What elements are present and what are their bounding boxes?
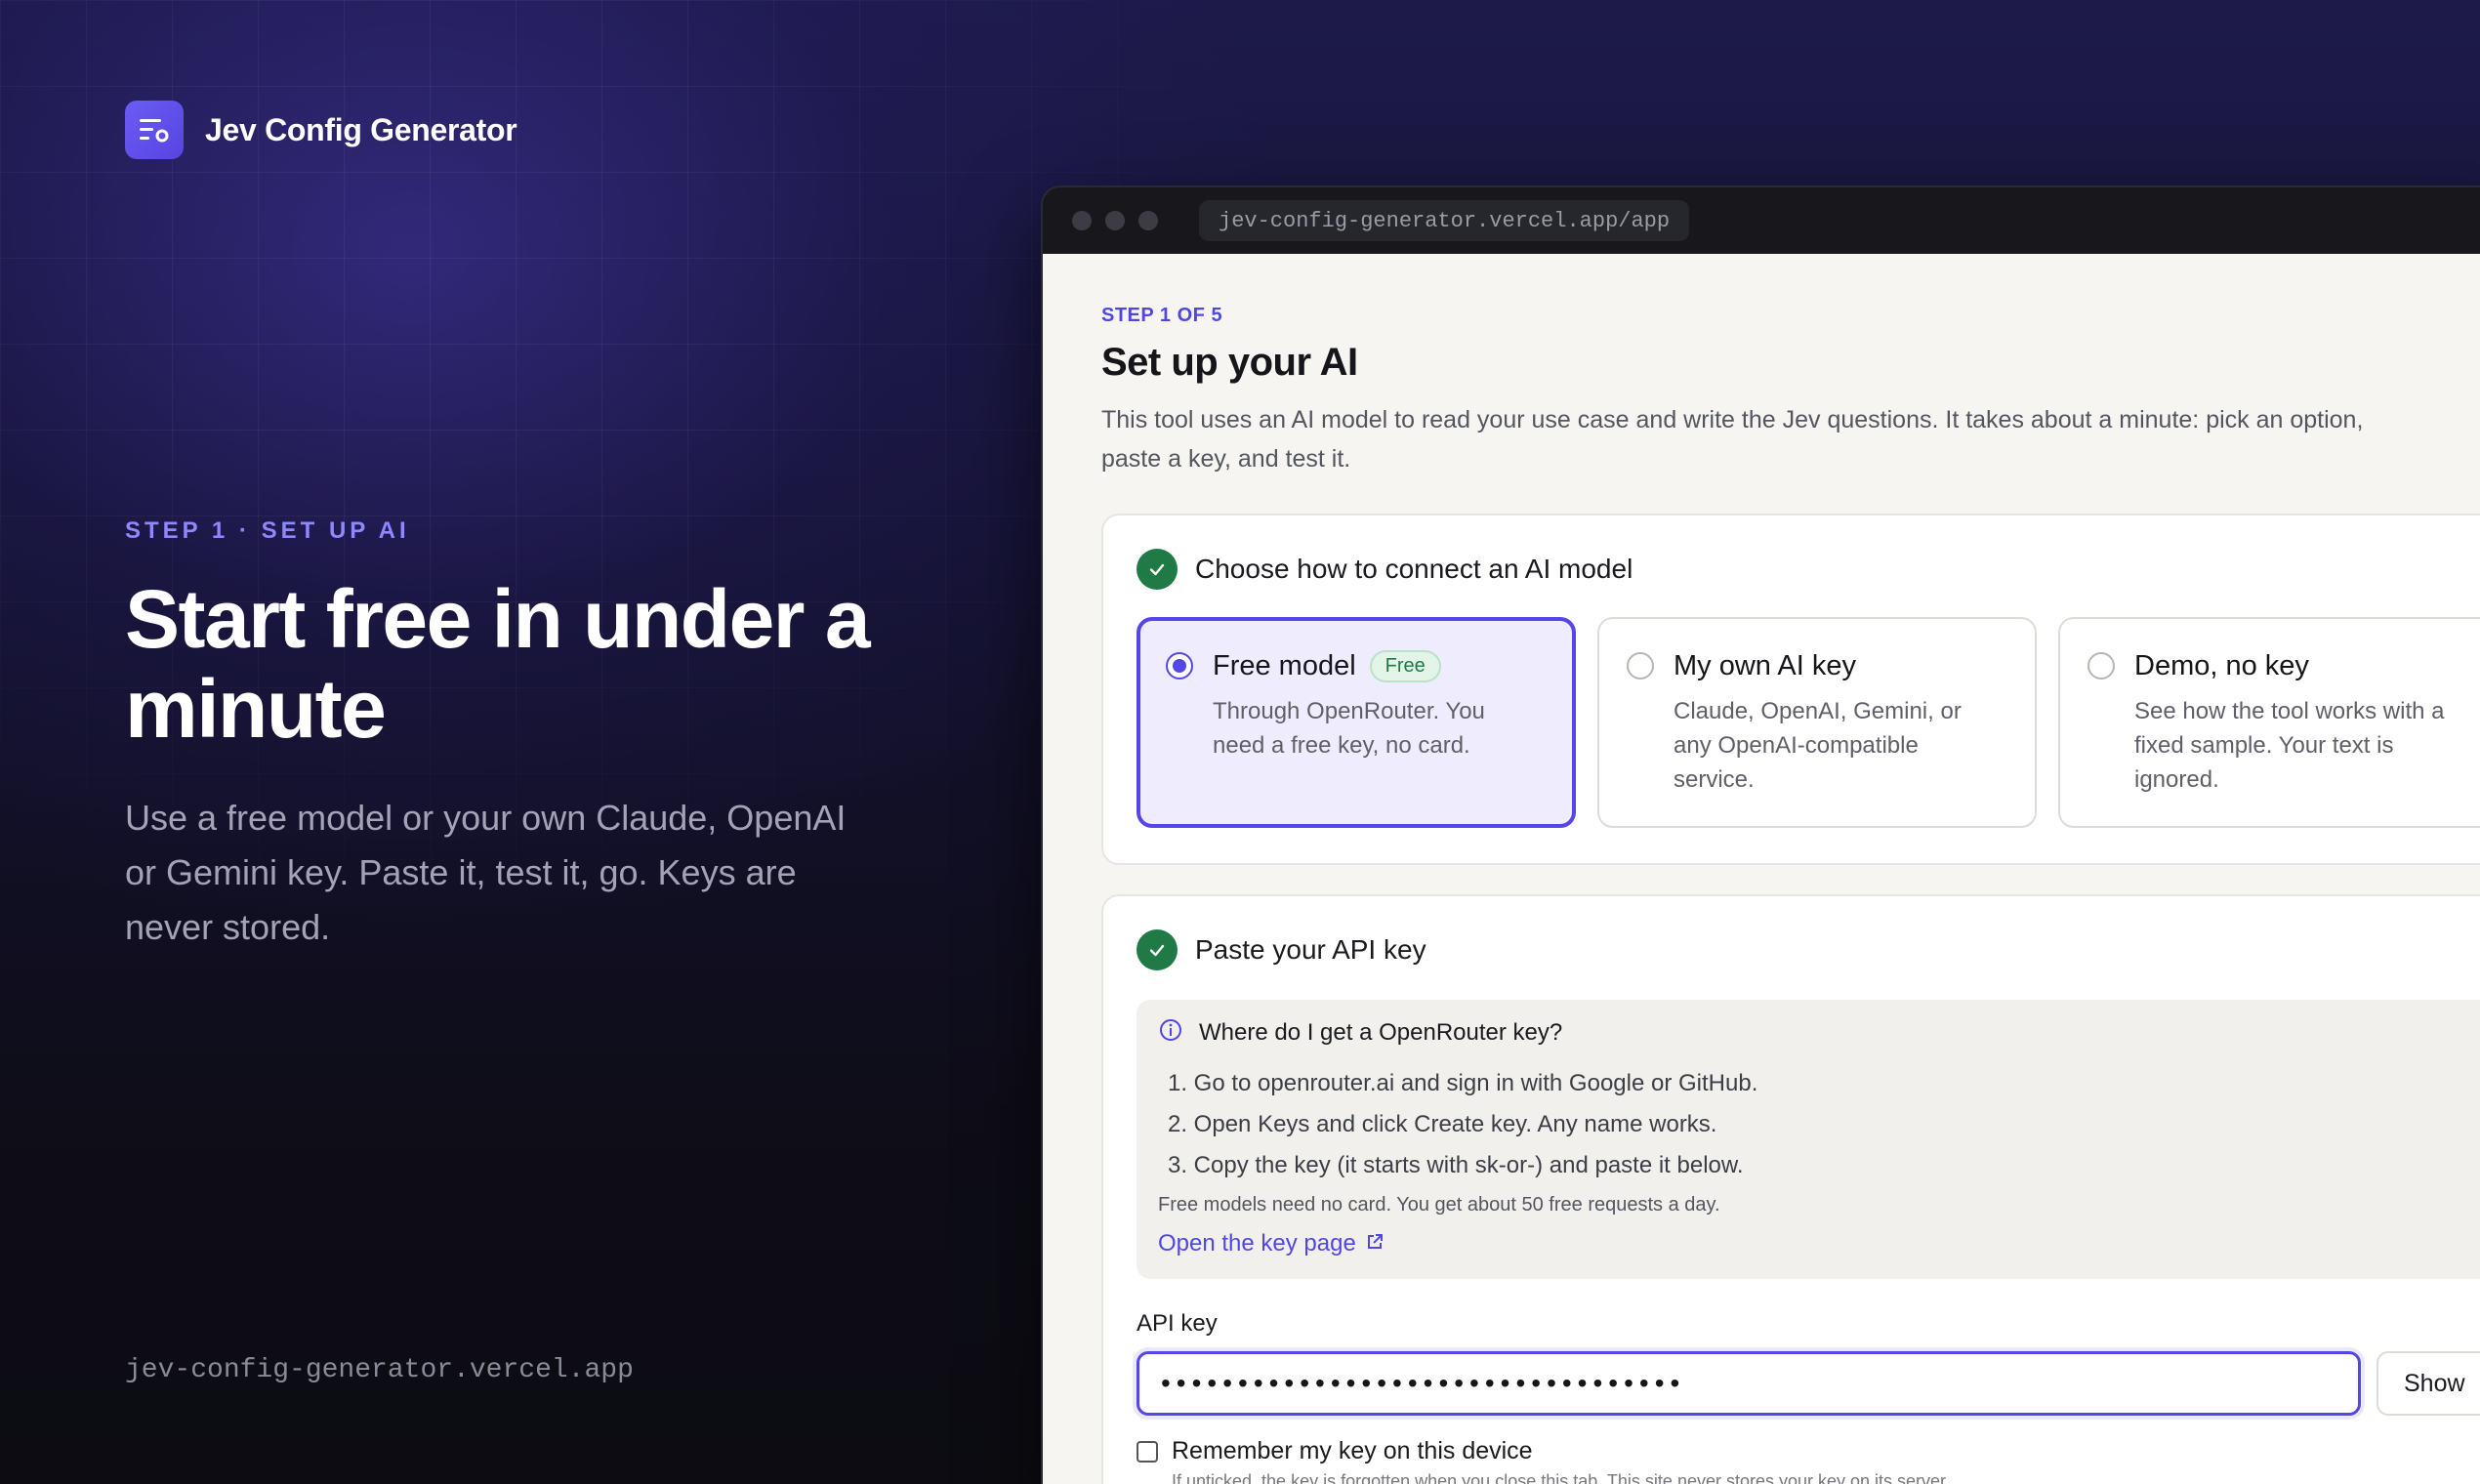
option-title: Demo, no key <box>2134 650 2309 681</box>
option-free-model[interactable]: Free model Free Through OpenRouter. You … <box>1137 617 1576 828</box>
hero-subtitle: Use a free model or your own Claude, Ope… <box>125 798 847 947</box>
page-title: Set up your AI <box>1101 341 1358 384</box>
free-badge: Free <box>1369 650 1441 682</box>
help-note: Free models need no card. You get about … <box>1158 1194 1720 1216</box>
hero-eyebrow: STEP 1 · SET UP AI <box>125 517 410 544</box>
brand[interactable]: Jev Config Generator <box>125 101 517 159</box>
remember-label: Remember my key on this device <box>1172 1437 1533 1464</box>
option-description: Claude, OpenAI, Gemini, or any OpenAI-co… <box>1674 698 1962 793</box>
api-key-row: •••••••••••••••••••••••••••••••••• Show <box>1137 1351 2480 1416</box>
connect-card-header: Choose how to connect an AI model <box>1137 549 2480 590</box>
step-label: STEP 1 OF 5 <box>1101 305 1223 326</box>
help-step: 2. Open Keys and click Create key. Any n… <box>1168 1111 1717 1137</box>
option-title: My own AI key <box>1674 650 1856 681</box>
key-help-panel: Where do I get a OpenRouter key? 1. Go t… <box>1137 1000 2480 1279</box>
browser-titlebar: jev-config-generator.vercel.app/app <box>1043 187 2480 254</box>
open-key-page-link[interactable]: Open the key page <box>1158 1230 2480 1257</box>
remember-note: If unticked, the key is forgotten when y… <box>1172 1471 1951 1484</box>
remember-checkbox[interactable] <box>1137 1440 1158 1463</box>
check-icon <box>1137 549 1178 590</box>
api-key-label: API key <box>1137 1310 1218 1337</box>
help-step: 1. Go to openrouter.ai and sign in with … <box>1168 1070 1758 1096</box>
address-bar[interactable]: jev-config-generator.vercel.app/app <box>1199 200 1690 241</box>
brand-name: Jev Config Generator <box>205 111 517 147</box>
show-key-button[interactable]: Show <box>2377 1351 2480 1416</box>
radio-icon[interactable] <box>2087 652 2115 680</box>
link-label: Open the key page <box>1158 1230 1356 1257</box>
external-link-icon <box>1366 1230 1384 1257</box>
api-key-card: Paste your API key Where do I get a Open… <box>1101 894 2480 1484</box>
connect-card-title: Choose how to connect an AI model <box>1195 554 1633 584</box>
footer-url: jev-config-generator.vercel.app <box>125 1355 634 1385</box>
option-description: See how the tool works with a fixed samp… <box>2134 698 2445 793</box>
window-minimize-dot[interactable] <box>1105 211 1125 230</box>
page-description: This tool uses an AI model to read your … <box>1101 406 2364 473</box>
option-demo[interactable]: Demo, no key See how the tool works with… <box>2058 617 2480 828</box>
option-description: Through OpenRouter. You need a free key,… <box>1213 698 1485 759</box>
window-maximize-dot[interactable] <box>1138 211 1158 230</box>
app-page: STEP 1 OF 5 Set up your AI This tool use… <box>1043 254 2480 1484</box>
check-icon <box>1137 929 1178 970</box>
remember-key-row[interactable]: Remember my key on this device <box>1137 1437 2480 1465</box>
option-own-key[interactable]: My own AI key Claude, OpenAI, Gemini, or… <box>1597 617 2037 828</box>
browser-window: jev-config-generator.vercel.app/app STEP… <box>1041 186 2480 1484</box>
api-key-input[interactable]: •••••••••••••••••••••••••••••••••• <box>1137 1351 2361 1416</box>
help-step: 3. Copy the key (it starts with sk-or-) … <box>1168 1152 1744 1178</box>
window-close-dot[interactable] <box>1072 211 1092 230</box>
radio-icon[interactable] <box>1627 652 1654 680</box>
help-title: Where do I get a OpenRouter key? <box>1199 1018 1563 1046</box>
key-card-header: Paste your API key <box>1137 929 2480 970</box>
help-steps: 1. Go to openrouter.ai and sign in with … <box>1158 1063 2480 1186</box>
info-icon <box>1158 1017 1183 1048</box>
option-title: Free model <box>1213 650 1356 681</box>
hero: STEP 1 · SET UP AI Start free in under a… <box>125 517 906 955</box>
hero-title: Start free in under a minute <box>125 573 871 755</box>
connection-options: Free model Free Through OpenRouter. You … <box>1137 617 2480 828</box>
help-toggle[interactable]: Where do I get a OpenRouter key? <box>1158 1017 2480 1048</box>
connect-model-card: Choose how to connect an AI model Free m… <box>1101 514 2480 865</box>
filter-list-icon <box>125 101 184 159</box>
key-card-title: Paste your API key <box>1195 934 1426 965</box>
radio-selected-icon[interactable] <box>1166 652 1193 680</box>
